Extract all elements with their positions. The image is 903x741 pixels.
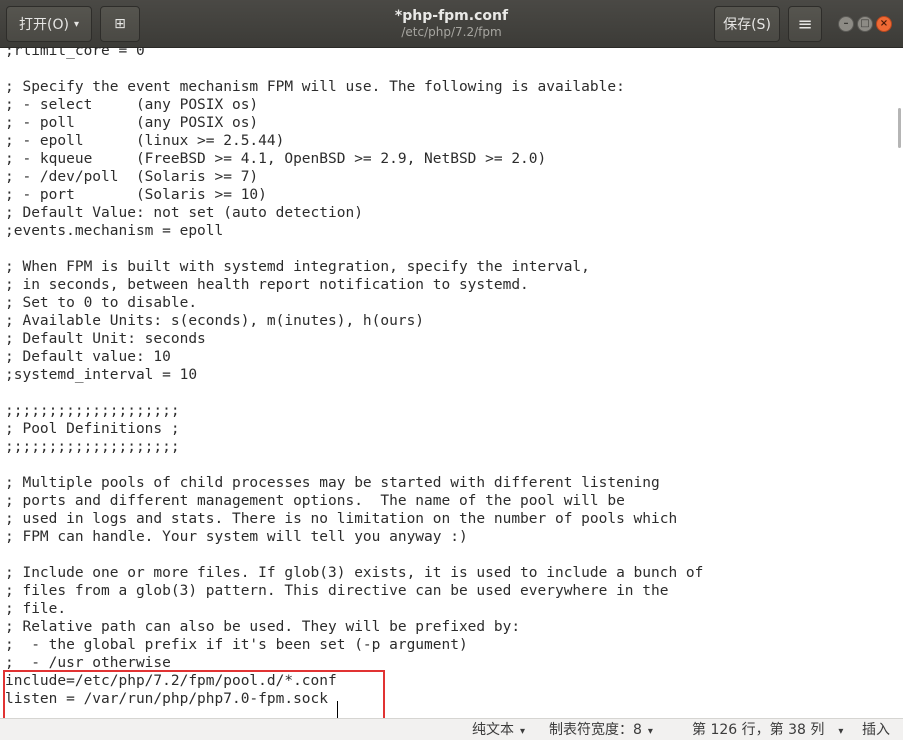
code-line: ; Default Unit: seconds <box>5 331 206 347</box>
code-line: ;rlimit_core = 0 <box>5 48 145 59</box>
code-line: ; Multiple pools of child processes may … <box>5 475 660 491</box>
code-line: ; files from a glob(3) pattern. This dir… <box>5 583 669 599</box>
status-bar: 纯文本 ▾ 制表符宽度：8 ▾ 第 126 行，第 38 列 ▾ 插入 <box>0 718 903 740</box>
code-line: ; Include one or more files. If glob(3) … <box>5 565 704 581</box>
code-line: ; - select (any POSIX os) <box>5 97 259 113</box>
save-button[interactable]: 保存(S) <box>714 6 780 42</box>
close-icon: × <box>879 18 889 29</box>
code-line: ; - epoll (linux >= 2.5.44) <box>5 133 285 149</box>
syntax-selector[interactable]: 纯文本 ▾ <box>472 721 525 741</box>
code-line: ; Available Units: s(econds), m(inutes),… <box>5 313 425 329</box>
code-line: ; used in logs and stats. There is no li… <box>5 511 678 527</box>
code-line: ; - /dev/poll (Solaris >= 7) <box>5 169 259 185</box>
code-line: ; When FPM is built with systemd integra… <box>5 259 590 275</box>
code-line: ; Pool Definitions ; <box>5 421 180 437</box>
maximize-icon: □ <box>860 18 870 29</box>
code-line: ; Specify the event mechanism FPM will u… <box>5 79 625 95</box>
close-button[interactable]: × <box>876 16 892 32</box>
code-line: ; - port (Solaris >= 10) <box>5 187 267 203</box>
document-title: *php-fpm.conf <box>394 8 509 24</box>
chevron-down-icon: ▾ <box>520 726 526 737</box>
code-line: ; FPM can handle. Your system will tell … <box>5 529 468 545</box>
chevron-down-icon: ▾ <box>647 726 653 737</box>
vertical-scrollbar[interactable] <box>898 108 901 148</box>
code-line: ; Set to 0 to disable. <box>5 295 198 311</box>
window-controls: – □ × <box>838 16 892 32</box>
insert-mode-indicator[interactable]: 插入 <box>862 721 890 739</box>
window-title: *php-fpm.conf /etc/php/7.2/fpm <box>300 7 603 40</box>
tab-width-selector[interactable]: 制表符宽度：8 ▾ <box>549 721 653 741</box>
open-button-label: 打开(O) <box>19 17 69 33</box>
minimize-icon: – <box>843 18 849 29</box>
chevron-down-icon: ▾ <box>73 18 79 30</box>
document-path: /etc/php/7.2/fpm <box>401 25 502 39</box>
code-line: ; ports and different management options… <box>5 493 625 509</box>
chevron-down-icon: ▾ <box>838 726 844 737</box>
code-line: ; file. <box>5 601 67 617</box>
code-line: ; Default Value: not set (auto detection… <box>5 205 363 221</box>
code-line: ; in seconds, between health report noti… <box>5 277 529 293</box>
new-document-button[interactable]: ⊞ <box>100 6 140 42</box>
code-line: ;systemd_interval = 10 <box>5 367 198 383</box>
hamburger-menu-button[interactable]: ≡ <box>788 6 822 42</box>
code-line: ;;;;;;;;;;;;;;;;;;;; <box>5 439 180 455</box>
hamburger-menu-icon: ≡ <box>797 13 813 35</box>
code-line: ;events.mechanism = epoll <box>5 223 224 239</box>
maximize-button[interactable]: □ <box>857 16 873 32</box>
cursor-position-selector[interactable]: 第 126 行，第 38 列 ▾ <box>692 721 843 741</box>
save-button-label: 保存(S) <box>723 17 771 33</box>
syntax-label: 纯文本 <box>472 722 514 738</box>
code-line: ; - kqueue (FreeBSD >= 4.1, OpenBSD >= 2… <box>5 151 547 167</box>
new-document-icon: ⊞ <box>114 16 126 32</box>
insert-mode-label: 插入 <box>862 722 890 738</box>
code-line: ; - poll (any POSIX os) <box>5 115 259 131</box>
code-line: ; Relative path can also be used. They w… <box>5 619 521 635</box>
highlight-annotation-box <box>3 670 385 718</box>
minimize-button[interactable]: – <box>838 16 854 32</box>
cursor-position-label: 第 126 行，第 38 列 <box>692 722 825 738</box>
header-bar: 打开(O) ▾ ⊞ *php-fpm.conf /etc/php/7.2/fpm… <box>0 0 903 48</box>
code-line: ; - the global prefix if it's been set (… <box>5 637 468 653</box>
code-line: ; Default value: 10 <box>5 349 171 365</box>
tab-width-label: 制表符宽度：8 <box>549 722 642 738</box>
open-button[interactable]: 打开(O) ▾ <box>6 6 92 42</box>
text-editor-area[interactable]: ;rlimit_core = 0 ; Specify the event mech… <box>0 48 903 718</box>
code-line: ;;;;;;;;;;;;;;;;;;;; <box>5 403 180 419</box>
editor-lines: ;rlimit_core = 0 ; Specify the event mech… <box>5 48 703 708</box>
